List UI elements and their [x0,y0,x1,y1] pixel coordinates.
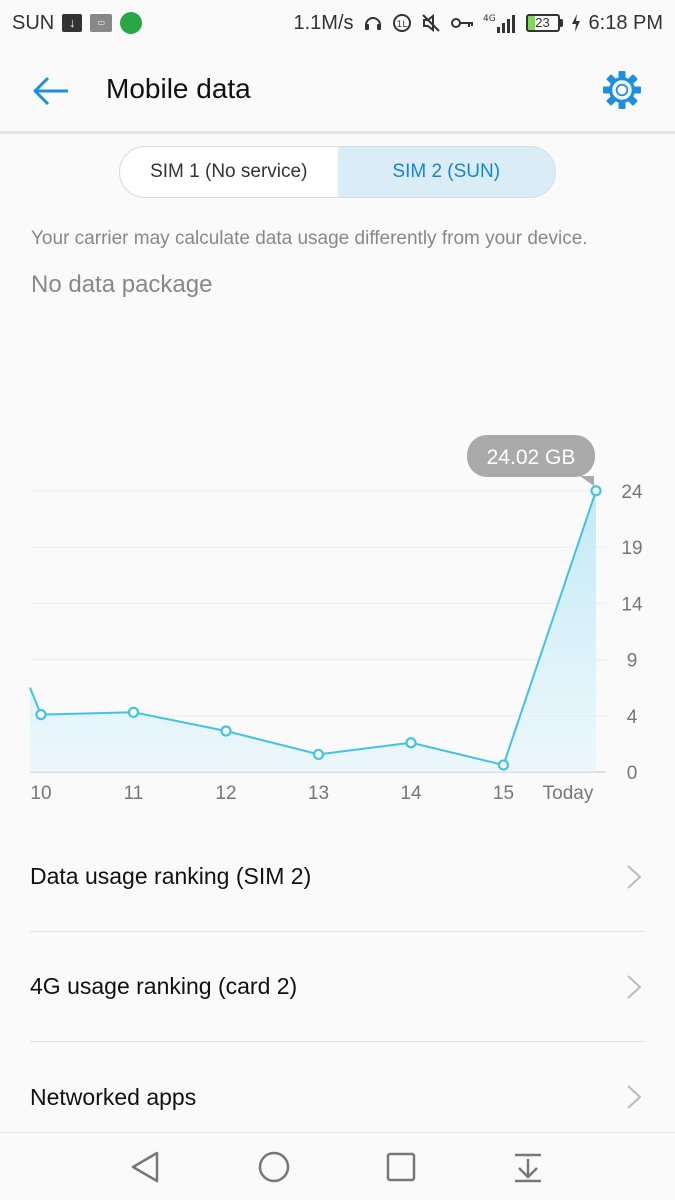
data-usage-ranking-item[interactable]: Data usage ranking (SIM 2) [30,822,645,932]
headset-icon [363,13,383,33]
page-title: Mobile data [106,73,251,104]
data-point-12 [220,725,232,737]
value-callout-pointer [580,476,594,486]
chevron-right-icon [627,975,642,999]
circle-home-icon [258,1151,290,1183]
usage-area [30,490,596,772]
square-recents-icon [386,1152,416,1182]
signal-icon: 4G [483,12,517,34]
vpn-shield-icon [120,12,143,34]
y-tick-label: 19 [621,538,642,559]
settings-button[interactable] [600,68,644,112]
charging-icon [571,14,580,32]
nav-home-button[interactable] [254,1147,294,1187]
svg-text:4G: 4G [483,14,496,24]
x-tick-label: 12 [215,783,236,804]
svg-text:1L: 1L [396,20,407,30]
clock: 6:18 PM [588,11,663,34]
triangle-back-icon [131,1151,159,1183]
list-item-label: 4G usage ranking (card 2) [30,973,298,999]
y-tick-label: 0 [627,763,638,784]
chevron-right-icon [627,1085,642,1109]
y-tick-label: 9 [627,651,638,672]
y-tick-label: 4 [627,707,638,728]
nav-recents-button[interactable] [381,1147,421,1187]
x-tick-label: 13 [308,783,329,804]
sim1-tab[interactable]: SIM 1 (No service) [120,147,338,197]
notification-icon: ▭ [90,14,113,32]
navigation-bar [0,1132,675,1200]
y-tick-label: 14 [621,594,643,615]
key-icon [450,15,474,31]
usage-options-list: Data usage ranking (SIM 2) 4G usage rank… [0,822,675,1152]
status-bar: SUN ↓ ▭ 1.1M/s 1L 4G 23 6:18 PM [0,0,675,46]
gear-icon [603,71,641,109]
data-point-10 [35,709,47,721]
x-tick-label: 11 [124,783,144,804]
download-icon: ↓ [62,14,83,32]
x-tick-label: 15 [493,783,514,804]
network-speed: 1.1M/s [293,11,354,34]
battery-icon: 23 [525,14,563,32]
mute-icon [421,13,441,33]
back-button[interactable] [30,70,72,112]
x-tick-label: 10 [30,783,51,804]
x-tick-label: Today [543,783,594,804]
app-bar: Mobile data [0,46,675,134]
value-callout-text: 24.02 GB [487,446,576,469]
list-item-label: Networked apps [30,1083,197,1110]
data-point-14 [405,737,417,749]
4g-usage-ranking-item[interactable]: 4G usage ranking (card 2) [30,932,645,1042]
carrier-notice: Your carrier may calculate data usage di… [31,228,588,249]
list-item-label: Data usage ranking (SIM 2) [30,863,312,889]
carrier-name: SUN [12,11,55,34]
data-usage-chart: 0 4 9 14 19 24 10 11 12 13 14 15 Today 24.02 GB [29,435,643,804]
data-point-15 [497,759,510,771]
data-package-status: No data package [31,271,213,298]
back-arrow-icon [33,76,68,106]
data-point-11 [127,706,140,718]
pull-down-icon [515,1153,541,1183]
x-tick-label: 14 [400,783,422,804]
data-point-today [590,485,602,497]
sim2-tab[interactable]: SIM 2 (SUN) [337,147,555,197]
nav-notifications-button[interactable] [508,1147,548,1187]
sim-selector: SIM 1 (No service) SIM 2 (SUN) [119,146,556,198]
y-tick-label: 24 [621,482,643,503]
battery-level: 23 [525,14,560,32]
data-point-13 [312,748,325,761]
chevron-right-icon [627,865,642,889]
data-saver-icon: 1L [392,13,412,33]
nav-back-button[interactable] [126,1147,166,1187]
